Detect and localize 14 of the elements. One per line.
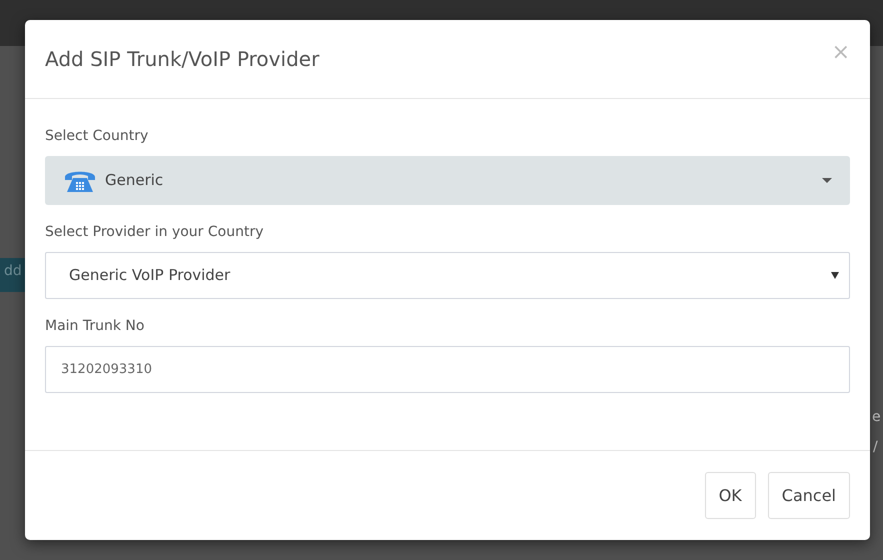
caret-icon xyxy=(831,272,839,279)
background-text-fragment: e xyxy=(872,410,881,424)
field-label: Select Country xyxy=(45,127,148,146)
caret-icon xyxy=(822,178,832,184)
country-dropdown[interactable]: Generic xyxy=(45,156,850,205)
background-text-fragment: / xyxy=(873,440,878,454)
ok-button[interactable]: OK xyxy=(704,472,756,519)
provider-select[interactable]: Generic VoIP Provider xyxy=(45,252,850,299)
field-label: Select Provider in your Country xyxy=(45,223,264,242)
background-button-fragment: dd xyxy=(0,258,26,292)
cancel-button[interactable]: Cancel xyxy=(768,472,850,519)
field-label: Main Trunk No xyxy=(45,317,144,336)
dialog-title: Add SIP Trunk/VoIP Provider xyxy=(45,47,320,71)
trunk-number-field[interactable]: 31202093310 xyxy=(45,346,850,393)
